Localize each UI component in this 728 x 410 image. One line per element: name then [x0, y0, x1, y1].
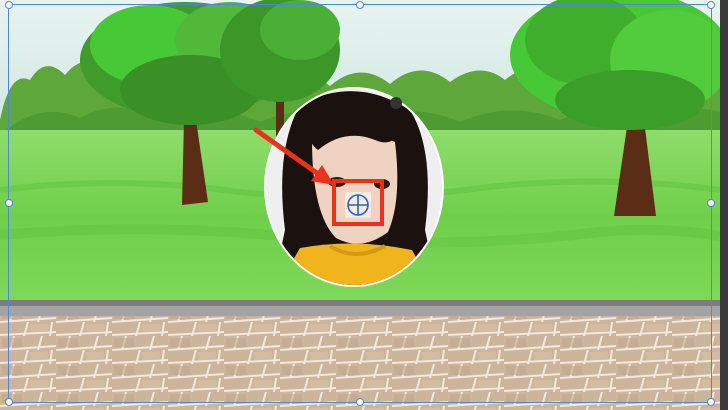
handle-top-center	[356, 1, 364, 9]
paved-walkway	[0, 316, 720, 410]
handle-middle-right	[707, 199, 715, 207]
curb-rail	[0, 300, 720, 306]
handle-middle-left	[5, 199, 13, 207]
handle-bottom-left	[5, 398, 13, 406]
handle-top-right	[707, 1, 715, 9]
crosshair-icon[interactable]	[345, 192, 371, 218]
handle-bottom-center	[356, 398, 364, 406]
scene-artwork[interactable]	[0, 0, 728, 410]
handle-top-left	[5, 1, 13, 9]
editor-canvas[interactable]	[0, 0, 728, 410]
curb-stone	[0, 306, 720, 316]
handle-bottom-right	[707, 398, 715, 406]
panel-edge	[720, 0, 728, 410]
